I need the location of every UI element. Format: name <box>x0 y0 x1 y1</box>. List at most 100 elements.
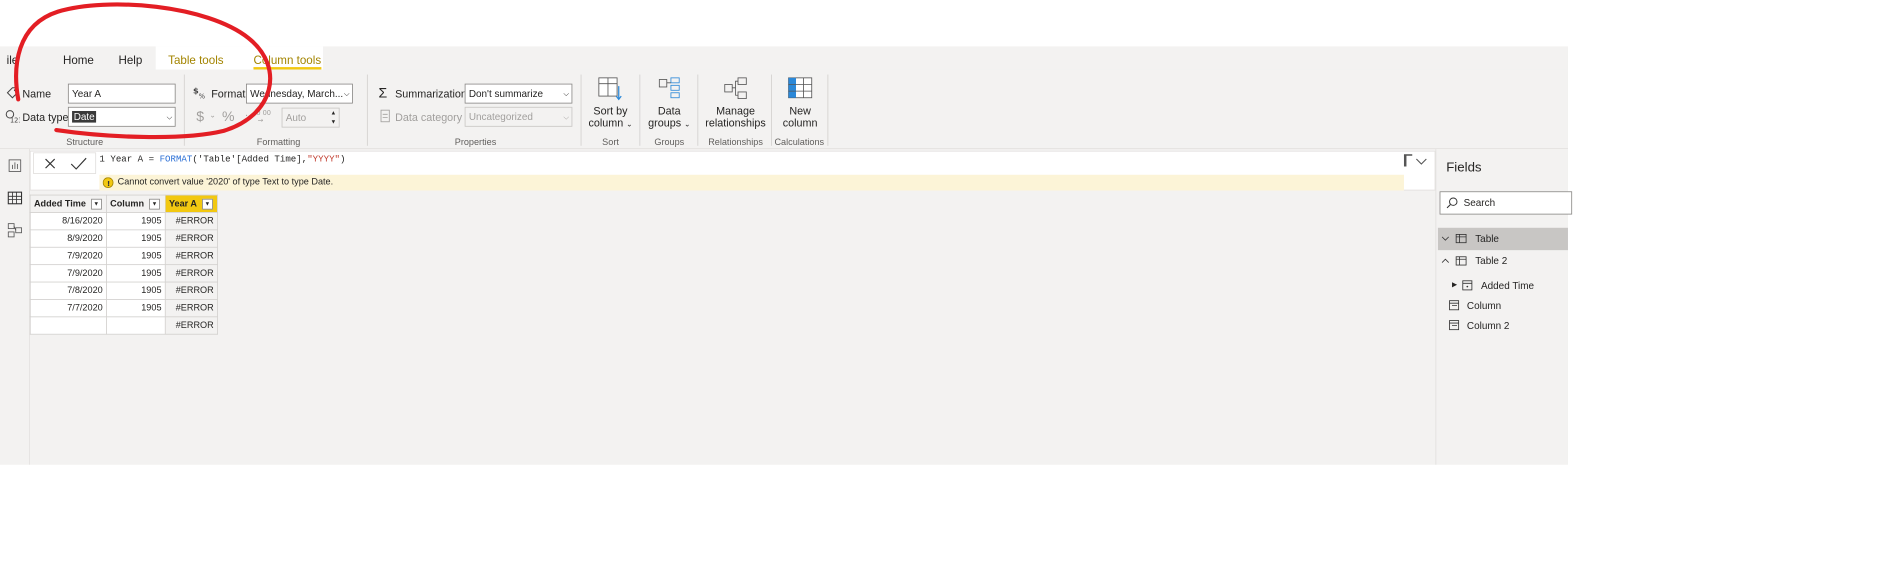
format-icon: $% <box>193 86 205 99</box>
table-icon <box>1455 233 1467 244</box>
table-cell[interactable]: 8/9/2020 <box>29 229 107 248</box>
percent-button[interactable]: % <box>222 109 235 126</box>
fields-item-label[interactable]: Table 2 <box>1475 255 1507 267</box>
table-cell[interactable] <box>106 316 166 335</box>
chevron-up-icon[interactable] <box>1441 258 1449 264</box>
chevron-down-icon: ⌄ <box>626 120 633 129</box>
decimal-places-icon[interactable]: .0 00→ <box>254 109 274 124</box>
commit-icon[interactable] <box>70 157 87 170</box>
tab-column-tools[interactable]: Column tools <box>253 50 322 70</box>
filter-dropdown-icon[interactable]: ▼ <box>90 198 102 210</box>
table-cell[interactable] <box>29 316 107 335</box>
column-header-label: Column <box>110 198 145 209</box>
table-cell-error[interactable]: #ERROR <box>164 246 218 266</box>
table-cell-error[interactable]: #ERROR <box>164 299 218 318</box>
sort-label-2: column <box>588 116 624 130</box>
chevron-down-icon: ⌵ <box>563 112 570 121</box>
spinner-icon[interactable]: ▲ ▼ <box>331 109 337 127</box>
table-cell[interactable]: 7/7/2020 <box>29 299 107 318</box>
column-header-label: Year A <box>168 198 198 209</box>
data-groups-button[interactable]: Data groups ⌄ <box>644 76 694 131</box>
table-cell[interactable]: 8/16/2020 <box>29 212 107 231</box>
table-row: 7/8/2020 1905 #ERROR <box>29 281 218 300</box>
format-select[interactable]: Wednesday, March... ⌵ <box>246 83 353 104</box>
data-canvas <box>29 192 1436 465</box>
formula-scroll-icon[interactable] <box>1403 154 1413 167</box>
svg-text:00: 00 <box>263 109 271 117</box>
tab-file[interactable]: ile <box>7 50 19 70</box>
currency-button[interactable]: $ <box>196 109 204 126</box>
chevron-down-icon: ⌵ <box>563 89 570 98</box>
group-label-formatting: Formatting <box>256 137 301 148</box>
table-row: #ERROR <box>29 316 218 335</box>
sort-by-column-button[interactable]: Sort by column ⌄ <box>585 76 636 131</box>
data-type-select[interactable]: Date ⌵ <box>67 106 176 127</box>
expand-formula-icon[interactable] <box>1416 157 1428 165</box>
table-cell-error[interactable]: #ERROR <box>164 229 218 248</box>
data-category-value: Uncategorized <box>468 110 533 123</box>
table-cell-error[interactable]: #ERROR <box>164 264 218 283</box>
formula-function: FORMAT <box>159 154 193 165</box>
column-header-column[interactable]: Column ▼ <box>106 194 166 213</box>
name-input[interactable]: Year A <box>67 83 176 104</box>
new-column-button[interactable]: New column <box>776 76 824 129</box>
summarization-select[interactable]: Don't summarize ⌵ <box>464 83 573 104</box>
column-header-year-a[interactable]: Year A ▼ <box>164 194 218 213</box>
group-label-groups: Groups <box>654 137 685 148</box>
summarization-value: Don't summarize <box>468 87 544 100</box>
table-cell[interactable]: 7/9/2020 <box>29 264 107 283</box>
tab-table-tools[interactable]: Table tools <box>168 50 223 70</box>
manage-relationships-button[interactable]: Manage relationships <box>702 76 768 129</box>
table-cell[interactable]: 1905 <box>106 229 166 248</box>
table-header-row: Added Time ▼ Column ▼ Year A ▼ <box>29 194 218 213</box>
table-cell[interactable]: 1905 <box>106 212 166 231</box>
table-cell[interactable]: 7/9/2020 <box>29 246 107 266</box>
formula-text[interactable]: 1 Year A = FORMAT('Table'[Added Time],"Y… <box>99 155 345 165</box>
data-type-icon: 123 <box>5 110 20 124</box>
group-label-structure: Structure <box>66 137 104 148</box>
column-header-added-time[interactable]: Added Time ▼ <box>29 194 107 213</box>
fields-search-input[interactable]: Search <box>1439 191 1573 215</box>
search-placeholder: Search <box>1463 197 1496 209</box>
sort-label-1: Sort by <box>593 104 628 117</box>
sort-by-column-icon <box>598 77 622 101</box>
table-cell[interactable]: 7/8/2020 <box>29 281 107 300</box>
chevron-down-icon[interactable] <box>1441 236 1449 242</box>
report-view-icon[interactable] <box>7 157 24 174</box>
decimal-places-input[interactable]: Auto ▲ ▼ <box>281 107 340 128</box>
group-label-properties: Properties <box>454 137 497 148</box>
chevron-down-icon: ⌄ <box>209 110 216 120</box>
calculations-label-1: New <box>789 104 811 117</box>
table-cell-error[interactable]: #ERROR <box>164 281 218 300</box>
table-cell[interactable]: 1905 <box>106 246 166 266</box>
fields-item-label[interactable]: Column <box>1467 300 1501 312</box>
group-label-sort: Sort <box>602 137 619 148</box>
table-cell-error[interactable]: #ERROR <box>164 212 218 231</box>
fields-item-label[interactable]: Table <box>1475 233 1499 245</box>
chevron-down-icon: ⌵ <box>343 89 350 98</box>
tab-help[interactable]: Help <box>118 50 142 70</box>
data-category-select[interactable]: Uncategorized ⌵ <box>464 106 573 127</box>
calculations-label-2: column <box>782 116 818 130</box>
filter-dropdown-icon[interactable]: ▼ <box>201 198 213 210</box>
cancel-icon[interactable] <box>45 158 56 169</box>
model-view-icon[interactable] <box>7 222 24 239</box>
expand-triangle-icon[interactable]: ▶ <box>1452 281 1457 288</box>
filter-dropdown-icon[interactable]: ▼ <box>149 198 160 210</box>
fields-item-label[interactable]: Column 2 <box>1467 320 1510 332</box>
chevron-down-icon: ⌵ <box>166 112 173 121</box>
tab-home[interactable]: Home <box>63 50 94 70</box>
comma-icon[interactable]: ⋅ <box>245 110 248 121</box>
search-icon <box>1446 197 1458 209</box>
groups-label-1: Data <box>657 104 681 117</box>
table-cell[interactable]: 1905 <box>106 281 166 300</box>
data-view-icon[interactable] <box>7 190 24 207</box>
formula-arg1: 'Table'[Added Time], <box>197 154 308 165</box>
column-icon <box>1449 320 1460 331</box>
table-row: 8/9/2020 1905 #ERROR <box>29 229 218 248</box>
fields-item-label[interactable]: Added Time <box>1481 280 1534 292</box>
table-cell-error[interactable]: #ERROR <box>164 316 218 335</box>
table-cell[interactable]: 1905 <box>106 264 166 283</box>
chevron-down-icon: ⌄ <box>684 120 691 129</box>
table-cell[interactable]: 1905 <box>106 299 166 318</box>
